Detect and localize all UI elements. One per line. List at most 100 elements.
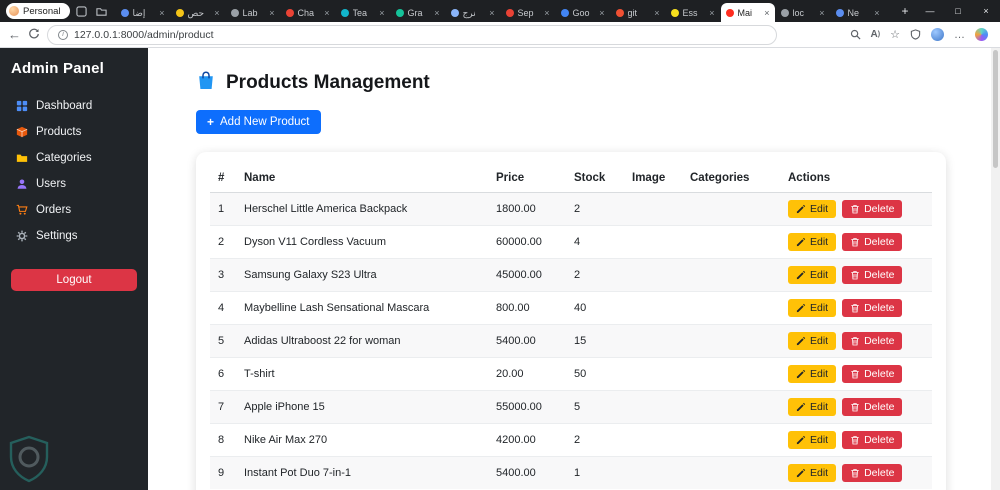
delete-button-label: Delete <box>864 335 894 347</box>
row-number: 8 <box>210 424 236 457</box>
back-icon[interactable]: ← <box>8 28 21 41</box>
site-info-icon[interactable]: i <box>58 30 68 40</box>
browser-tab[interactable]: حص× <box>171 4 225 22</box>
edit-button[interactable]: Edit <box>788 365 836 383</box>
tab-close-icon[interactable]: × <box>269 8 274 18</box>
sidebar-item-label: Users <box>36 178 66 190</box>
image-cell <box>624 292 682 325</box>
sidebar-item-products[interactable]: Products <box>0 119 148 145</box>
delete-button[interactable]: Delete <box>842 332 902 350</box>
tab-label: Ne <box>848 8 860 18</box>
edit-button[interactable]: Edit <box>788 200 836 218</box>
column-header: Categories <box>682 164 780 193</box>
edit-button[interactable]: Edit <box>788 332 836 350</box>
edit-button[interactable]: Edit <box>788 299 836 317</box>
browser-tab[interactable]: git× <box>611 4 665 22</box>
sidebar-item-categories[interactable]: Categories <box>0 145 148 171</box>
tab-close-icon[interactable]: × <box>324 8 329 18</box>
zoom-icon[interactable] <box>850 29 861 40</box>
delete-button[interactable]: Delete <box>842 365 902 383</box>
delete-button[interactable]: Delete <box>842 398 902 416</box>
logout-button[interactable]: Logout <box>11 269 137 291</box>
delete-button[interactable]: Delete <box>842 464 902 482</box>
tab-label: loc <box>793 8 805 18</box>
close-button[interactable]: × <box>972 0 1000 22</box>
trash-icon <box>850 237 860 247</box>
copilot-icon[interactable] <box>975 28 988 41</box>
minimize-button[interactable]: — <box>916 0 944 22</box>
browser-profile-avatar[interactable] <box>931 28 944 41</box>
product-name-cell: Adidas Ultraboost 22 for woman <box>236 325 488 358</box>
product-name-cell: Samsung Galaxy S23 Ultra <box>236 259 488 292</box>
browser-tab[interactable]: Ess× <box>666 4 720 22</box>
browser-tab[interactable]: Mai× <box>721 3 775 22</box>
sidebar-menu: DashboardProductsCategories Users OrdersSe… <box>0 93 148 249</box>
delete-button[interactable]: Delete <box>842 200 902 218</box>
tab-actions-icon[interactable] <box>94 3 110 19</box>
tab-close-icon[interactable]: × <box>379 8 384 18</box>
edit-button[interactable]: Edit <box>788 266 836 284</box>
tab-favicon <box>506 9 514 17</box>
actions-cell: Edit Delete <box>780 259 932 292</box>
product-name-cell: Instant Pot Duo 7-in-1 <box>236 457 488 490</box>
edit-button[interactable]: Edit <box>788 464 836 482</box>
browser-tab[interactable]: Tea× <box>336 4 390 22</box>
browser-tab[interactable]: نرج× <box>446 4 500 22</box>
vertical-scrollbar[interactable] <box>991 48 1000 490</box>
refresh-icon[interactable] <box>28 28 40 42</box>
browser-tab[interactable]: Sep× <box>501 4 555 22</box>
image-cell <box>624 259 682 292</box>
delete-button[interactable]: Delete <box>842 299 902 317</box>
browser-profile-button[interactable]: Personal <box>6 3 70 19</box>
sidebar-item-users[interactable]: Users <box>0 171 148 197</box>
tab-close-icon[interactable]: × <box>599 8 604 18</box>
tab-close-icon[interactable]: × <box>764 8 769 18</box>
delete-button[interactable]: Delete <box>842 233 902 251</box>
table-row: 6T-shirt20.0050EditDelete <box>210 358 932 391</box>
column-header: Image <box>624 164 682 193</box>
tab-close-icon[interactable]: × <box>874 8 879 18</box>
sidebar-item-dashboard[interactable]: Dashboard <box>0 93 148 119</box>
browser-tab[interactable]: Goo× <box>556 4 610 22</box>
browser-essentials-icon[interactable] <box>910 29 921 40</box>
browser-tab[interactable]: loc × <box>776 4 830 22</box>
maximize-button[interactable]: □ <box>944 0 972 22</box>
tab-close-icon[interactable]: × <box>544 8 549 18</box>
browser-tab[interactable]: Lab × <box>226 4 280 22</box>
table-row: 7Apple iPhone 1555000.005EditDelete <box>210 391 932 424</box>
read-aloud-icon[interactable]: A) <box>871 29 881 40</box>
tab-close-icon[interactable]: × <box>434 8 439 18</box>
edit-button[interactable]: Edit <box>788 398 836 416</box>
tab-label: Lab <box>243 8 258 18</box>
new-tab-button[interactable]: + <box>896 4 914 18</box>
column-header: Price <box>488 164 566 193</box>
delete-button[interactable]: Delete <box>842 266 902 284</box>
tab-close-icon[interactable]: × <box>819 8 824 18</box>
address-bar[interactable]: i 127.0.0.1:8000/admin/product <box>47 25 777 45</box>
tab-close-icon[interactable]: × <box>159 8 164 18</box>
actions-cell: Edit Delete <box>780 193 932 226</box>
browser-tab[interactable]: إضا× <box>116 4 170 22</box>
tab-close-icon[interactable]: × <box>654 8 659 18</box>
browser-tab[interactable]: Cha× <box>281 4 335 22</box>
table-body: 1Herschel Little America Backpack1800.00… <box>210 193 932 490</box>
browser-tab[interactable]: Ne × <box>831 4 885 22</box>
edit-button[interactable]: Edit <box>788 431 836 449</box>
main-content: Products Management + Add New Product #N… <box>148 48 1000 490</box>
tab-label: Gra <box>408 8 423 18</box>
tab-close-icon[interactable]: × <box>709 8 714 18</box>
sidebar-item-settings[interactable]: Settings <box>0 223 148 249</box>
stock-cell: 1 <box>566 457 624 490</box>
delete-button[interactable]: Delete <box>842 431 902 449</box>
workspaces-icon[interactable] <box>74 3 90 19</box>
add-new-product-button[interactable]: + Add New Product <box>196 110 321 134</box>
browser-tab[interactable]: Gra × <box>391 4 445 22</box>
edit-button[interactable]: Edit <box>788 233 836 251</box>
tab-close-icon[interactable]: × <box>489 8 494 18</box>
sidebar-item-orders[interactable]: Orders <box>0 197 148 223</box>
price-cell: 5400.00 <box>488 457 566 490</box>
tab-close-icon[interactable]: × <box>214 8 219 18</box>
settings-ellipsis-icon[interactable]: … <box>954 29 965 41</box>
favorites-star-icon[interactable]: ☆ <box>890 28 900 41</box>
scrollbar-thumb[interactable] <box>993 50 998 168</box>
